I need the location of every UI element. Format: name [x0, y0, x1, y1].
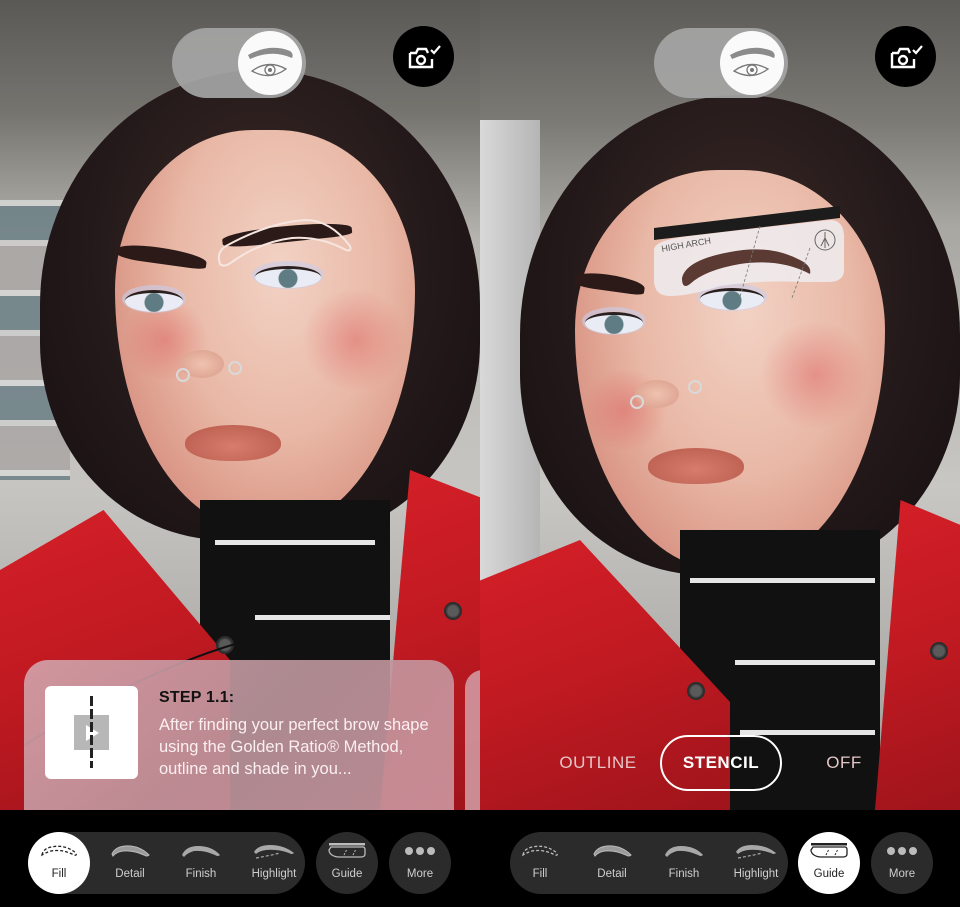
camera-check-button[interactable]	[393, 26, 454, 87]
mode-outline[interactable]: OUTLINE	[552, 735, 644, 791]
dashed-brow-icon	[41, 845, 77, 857]
app-screens: STEP 1.1: After finding your perfect bro…	[0, 0, 960, 907]
brow-guide-toggle[interactable]	[172, 28, 306, 98]
tool-guide[interactable]: Guide	[316, 832, 378, 894]
tool-highlight[interactable]: Highlight	[725, 832, 787, 894]
step-description: After finding your perfect brow shape us…	[159, 716, 429, 778]
highlight-brow-icon	[736, 845, 776, 859]
hatched-brow-icon	[593, 845, 632, 857]
next-card-peek[interactable]	[465, 670, 480, 810]
stencil-icon	[328, 843, 366, 858]
solid-brow-icon	[665, 846, 703, 857]
tutorial-video-thumbnail[interactable]	[45, 686, 138, 779]
tool-detail[interactable]: Detail	[581, 832, 643, 894]
tool-finish[interactable]: Finish	[170, 832, 232, 894]
more-dots-icon	[887, 847, 917, 855]
brow-stencil-overlay: HIGH ARCH	[654, 206, 845, 305]
tool-detail[interactable]: Detail	[99, 832, 161, 894]
brow-guide-toggle[interactable]	[654, 28, 788, 98]
brow-eye-icon	[730, 47, 775, 77]
camera-check-icon	[890, 44, 923, 68]
tool-more[interactable]: More	[389, 832, 451, 894]
tool-highlight[interactable]: Highlight	[243, 832, 305, 894]
tool-fill[interactable]: Fill	[28, 832, 90, 894]
tool-finish[interactable]: Finish	[653, 832, 715, 894]
solid-brow-icon	[182, 846, 220, 857]
highlight-brow-icon	[254, 845, 294, 859]
toggle-knob[interactable]	[720, 31, 784, 95]
brow-eye-icon	[248, 47, 293, 77]
toggle-knob[interactable]	[238, 31, 302, 95]
step-title: STEP 1.1:	[159, 689, 235, 706]
camera-check-icon	[408, 44, 441, 68]
tool-bar: Fill Detail Finish Highlight Guide More	[0, 810, 480, 907]
mode-off[interactable]: OFF	[814, 735, 874, 791]
more-dots-icon	[405, 847, 435, 855]
camera-check-button[interactable]	[875, 26, 936, 87]
right-screen: HIGH ARCH OUTLINE STENCIL OFF Fill Detai…	[480, 0, 960, 907]
brow-outline-overlay	[217, 218, 352, 267]
mode-stencil[interactable]: STENCIL	[660, 735, 782, 791]
dashed-brow-icon	[522, 845, 558, 857]
tool-bar: Fill Detail Finish Highlight Guide More	[480, 810, 960, 907]
guide-mode-selector: OUTLINE STENCIL OFF	[480, 735, 960, 791]
tutorial-card[interactable]: STEP 1.1: After finding your perfect bro…	[24, 660, 454, 810]
left-screen: STEP 1.1: After finding your perfect bro…	[0, 0, 480, 907]
tool-guide[interactable]: Guide	[798, 832, 860, 894]
tool-more[interactable]: More	[871, 832, 933, 894]
tool-fill[interactable]: Fill	[509, 832, 571, 894]
camera-feed: HIGH ARCH	[480, 0, 960, 810]
hatched-brow-icon	[111, 845, 150, 857]
stencil-icon	[810, 843, 848, 858]
